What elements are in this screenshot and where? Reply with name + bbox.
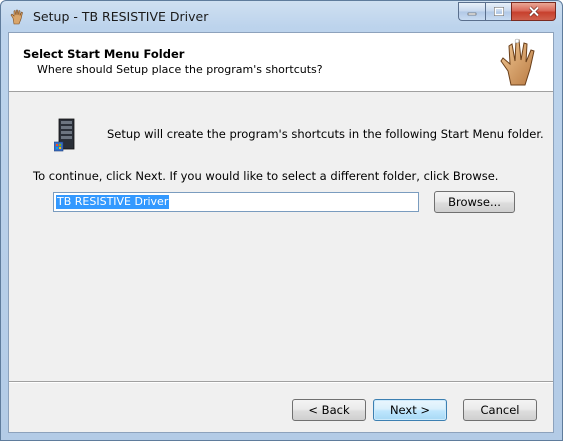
page-subtitle: Where should Setup place the program's s… [37, 63, 323, 76]
close-button[interactable] [511, 2, 556, 21]
start-menu-folder-icon [54, 118, 75, 152]
start-menu-folder-input[interactable]: TB RESISTIVE Driver [53, 192, 419, 212]
hand-icon [500, 38, 535, 86]
window-title: Setup - TB RESISTIVE Driver [33, 9, 209, 24]
close-icon [528, 6, 539, 17]
page-title: Select Start Menu Folder [23, 47, 185, 61]
wizard-body: Setup will create the program's shortcut… [9, 92, 553, 377]
minimize-icon [467, 12, 477, 15]
next-button[interactable]: Next > [373, 399, 447, 421]
dialog-client-area: Select Start Menu Folder Where should Se… [8, 32, 554, 433]
cancel-button[interactable]: Cancel [463, 399, 537, 421]
folder-input-value: TB RESISTIVE Driver [56, 195, 170, 209]
setup-window: Setup - TB RESISTIVE Driver Select Start… [0, 0, 563, 441]
minimize-button[interactable] [458, 2, 485, 21]
maximize-icon [493, 7, 504, 16]
instruction-text: To continue, click Next. If you would li… [33, 169, 499, 183]
back-button[interactable]: < Back [292, 399, 366, 421]
footer-separator [9, 381, 553, 383]
browse-button[interactable]: Browse... [434, 191, 515, 213]
title-bar[interactable]: Setup - TB RESISTIVE Driver [1, 1, 562, 33]
wizard-header: Select Start Menu Folder Where should Se… [9, 33, 553, 92]
info-text: Setup will create the program's shortcut… [107, 127, 544, 141]
maximize-button[interactable] [485, 2, 511, 21]
hand-icon [10, 9, 23, 25]
caption-buttons [458, 2, 556, 22]
